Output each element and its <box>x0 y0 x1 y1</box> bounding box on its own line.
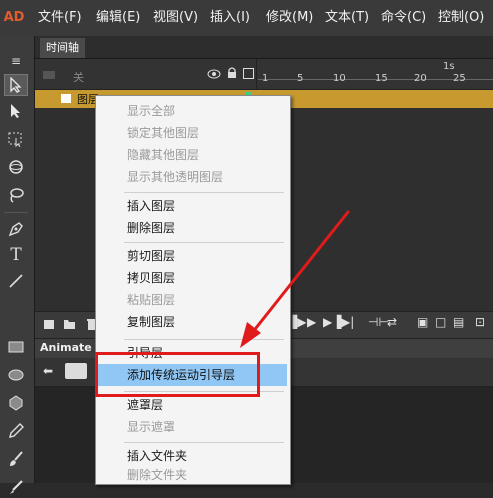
annotation-arrow-icon <box>240 210 350 348</box>
